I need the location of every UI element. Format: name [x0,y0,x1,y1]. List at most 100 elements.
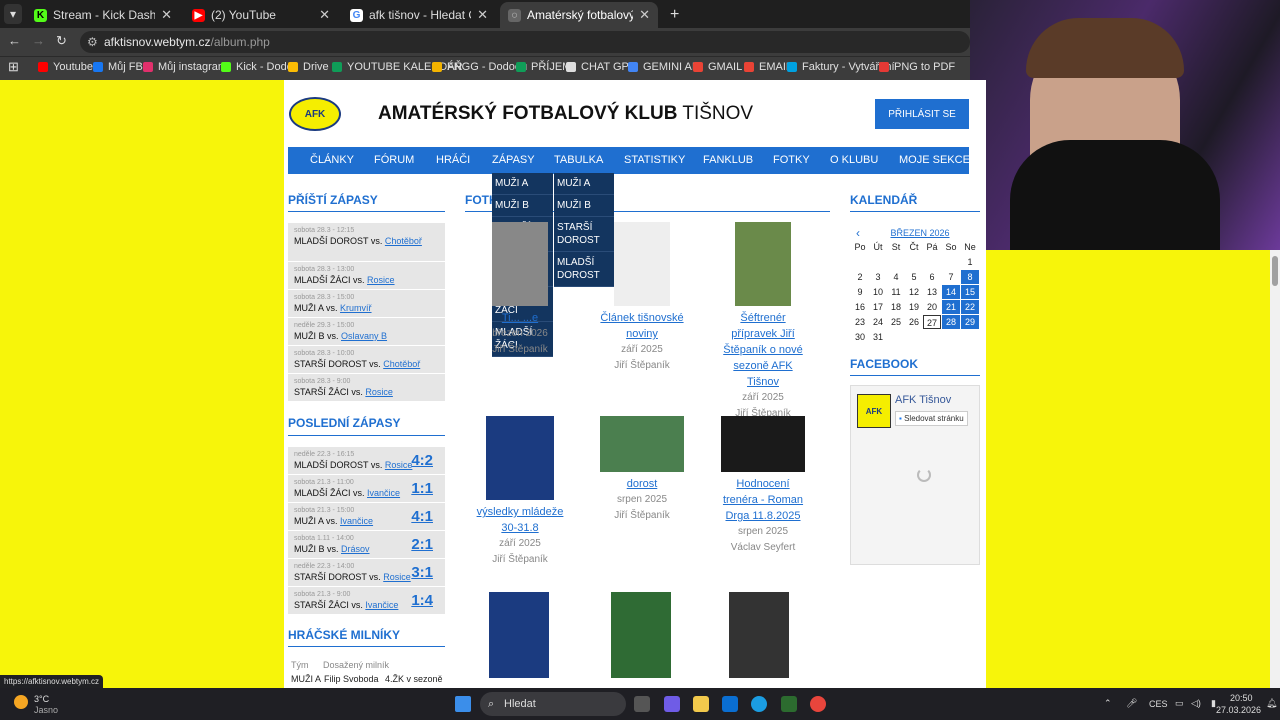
windows-start-icon[interactable] [455,696,471,712]
file-explorer-icon[interactable] [693,696,709,712]
calendar-day[interactable]: 5 [905,270,923,284]
match-opponent[interactable]: Chotěboř [385,236,422,246]
prev-month-icon[interactable]: ‹ [856,226,860,240]
calendar-day[interactable]: 9 [851,285,869,299]
address-bar[interactable]: ⚙ afktisnov.webtym.cz/album.php [80,31,970,53]
photo-thumbnail[interactable] [729,592,789,678]
photo-thumbnail[interactable] [489,592,549,678]
afk-logo[interactable]: AFK [289,97,341,131]
close-icon[interactable]: ✕ [477,7,488,23]
calendar-day[interactable]: 19 [905,300,923,314]
calendar-day[interactable]: 14 [942,285,960,299]
bookmark-item[interactable]: Můj instagram [143,61,227,73]
photo-album[interactable]: Článek tišnovské noviny září 2025 Jiří Ště… [597,222,687,374]
input-language[interactable]: CES [1149,699,1168,709]
scrollbar-thumb[interactable] [1272,256,1278,286]
forward-icon[interactable]: → [32,33,45,48]
apps-grid-icon[interactable]: ⊞ [8,59,19,75]
nav-item[interactable]: O KLUBU [830,147,878,174]
photo-title[interactable]: výsledky mládeže 30-31.8 [475,504,565,536]
photo-title[interactable]: Článek tišnovské noviny [597,310,687,342]
calendar-day[interactable]: 3 [869,270,887,284]
photo-album[interactable]: Hodnocení trenéra - Roman Drga 11.8.2025… [718,416,808,556]
photo-thumbnail[interactable] [611,592,671,678]
bookmark-item[interactable]: FNGG - Dodoeu [432,61,527,73]
photo-thumbnail[interactable] [735,222,791,306]
calendar-day[interactable]: 23 [851,315,869,329]
bookmark-item[interactable]: Youtube [38,61,93,73]
tab-search-button[interactable]: ▾ [4,4,22,24]
fb-page-avatar[interactable]: AFK [857,394,891,428]
edge-icon[interactable] [751,696,767,712]
close-icon[interactable]: ✕ [161,7,172,23]
tab-afk[interactable]: ◌Amatérský fotbalový klub TIŠNOV✕ [500,2,658,28]
calendar-day[interactable]: 1 [961,255,979,269]
match-opponent[interactable]: Ivančice [367,488,400,498]
close-icon[interactable]: ✕ [319,7,330,23]
volume-icon[interactable]: ◁) [1191,698,1201,709]
bookmark-item[interactable]: EMAIL [744,61,792,73]
bookmark-item[interactable]: CHAT GPT [566,61,636,73]
tab-youtube[interactable]: ▶ (2) YouTube ✕ [184,2,338,28]
bookmark-item[interactable]: Můj FB [93,61,143,73]
back-icon[interactable]: ← [8,33,21,48]
nav-item[interactable]: TABULKA [554,147,603,174]
calendar-day[interactable]: 30 [851,330,869,344]
site-info-icon[interactable]: ⚙ [87,31,98,53]
outlook-icon[interactable] [722,696,738,712]
task-view-icon[interactable] [634,696,650,712]
bookmark-item[interactable]: PNG to PDF [879,61,955,73]
match-score[interactable]: 4:1 [411,508,433,525]
nav-item[interactable]: STATISTIKY [624,147,685,174]
calendar-day[interactable]: 15 [961,285,979,299]
chrome-icon[interactable] [810,696,826,712]
bookmark-item[interactable]: PŘÍJEM [516,61,571,73]
calendar-month-label[interactable]: BŘEZEN 2026 [860,228,980,238]
photo-album[interactable]: dorost srpen 2025 Jiří Štěpaník [597,416,687,524]
calendar-day[interactable]: 6 [923,270,941,284]
match-opponent[interactable]: Ivančice [365,600,398,610]
tab-google[interactable]: Gafk tišnov - Hledat Googlem✕ [342,2,496,28]
calendar-day[interactable]: 4 [887,270,905,284]
calendar-day[interactable]: 20 [923,300,941,314]
page-scrollbar[interactable] [1270,250,1280,688]
network-icon[interactable]: ▭ [1175,698,1184,709]
match-opponent[interactable]: Ivančice [340,516,373,526]
nav-item[interactable]: FOTKY [773,147,810,174]
match-opponent[interactable]: Drásov [341,544,370,554]
dropdown-item[interactable]: MUŽI A [492,173,553,195]
photo-title[interactable]: Šéftrenér přípravek Jiří Štěpaník o nové… [718,310,808,390]
calendar-day[interactable]: 28 [942,315,960,329]
match-score[interactable]: 3:1 [411,564,433,581]
weather-temp[interactable]: 3°C [34,694,49,704]
match-opponent[interactable]: Rosice [365,387,393,397]
notifications-icon[interactable]: 🔔︎ [1266,698,1277,709]
login-button[interactable]: PŘIHLÁSIT SE [875,99,969,129]
tray-expand-icon[interactable]: ⌃ [1104,698,1112,709]
clock-time[interactable]: 20:50 [1230,693,1253,703]
calendar-day[interactable]: 16 [851,300,869,314]
match-opponent[interactable]: Rosice [383,572,411,582]
calendar-day[interactable]: 7 [942,270,960,284]
calendar-day[interactable]: 22 [961,300,979,314]
match-opponent[interactable]: Krumvíř [340,303,372,313]
clock-date[interactable]: 27.03.2026 [1216,705,1261,715]
nav-item[interactable]: ČLÁNKY [310,147,354,174]
photo-thumbnail[interactable] [721,416,805,472]
fb-page-name[interactable]: AFK Tišnov [895,394,951,406]
reload-icon[interactable]: ↻ [56,33,67,49]
calendar-day[interactable]: 25 [887,315,905,329]
nav-item[interactable]: HRÁČI [436,147,470,174]
photo-thumbnail[interactable] [486,416,554,500]
calendar-day[interactable]: 27 [923,315,941,329]
calendar-day[interactable]: 8 [961,270,979,284]
nav-item[interactable]: FÓRUM [374,147,414,174]
calendar-day[interactable]: 2 [851,270,869,284]
match-score[interactable]: 1:1 [411,480,433,497]
dropdown-item[interactable]: MUŽI A [554,173,614,195]
calendar-day[interactable]: 18 [887,300,905,314]
calendar-day[interactable]: 10 [869,285,887,299]
calendar-day[interactable]: 11 [887,285,905,299]
match-opponent[interactable]: Chotěboř [383,359,420,369]
copilot-icon[interactable] [664,696,680,712]
